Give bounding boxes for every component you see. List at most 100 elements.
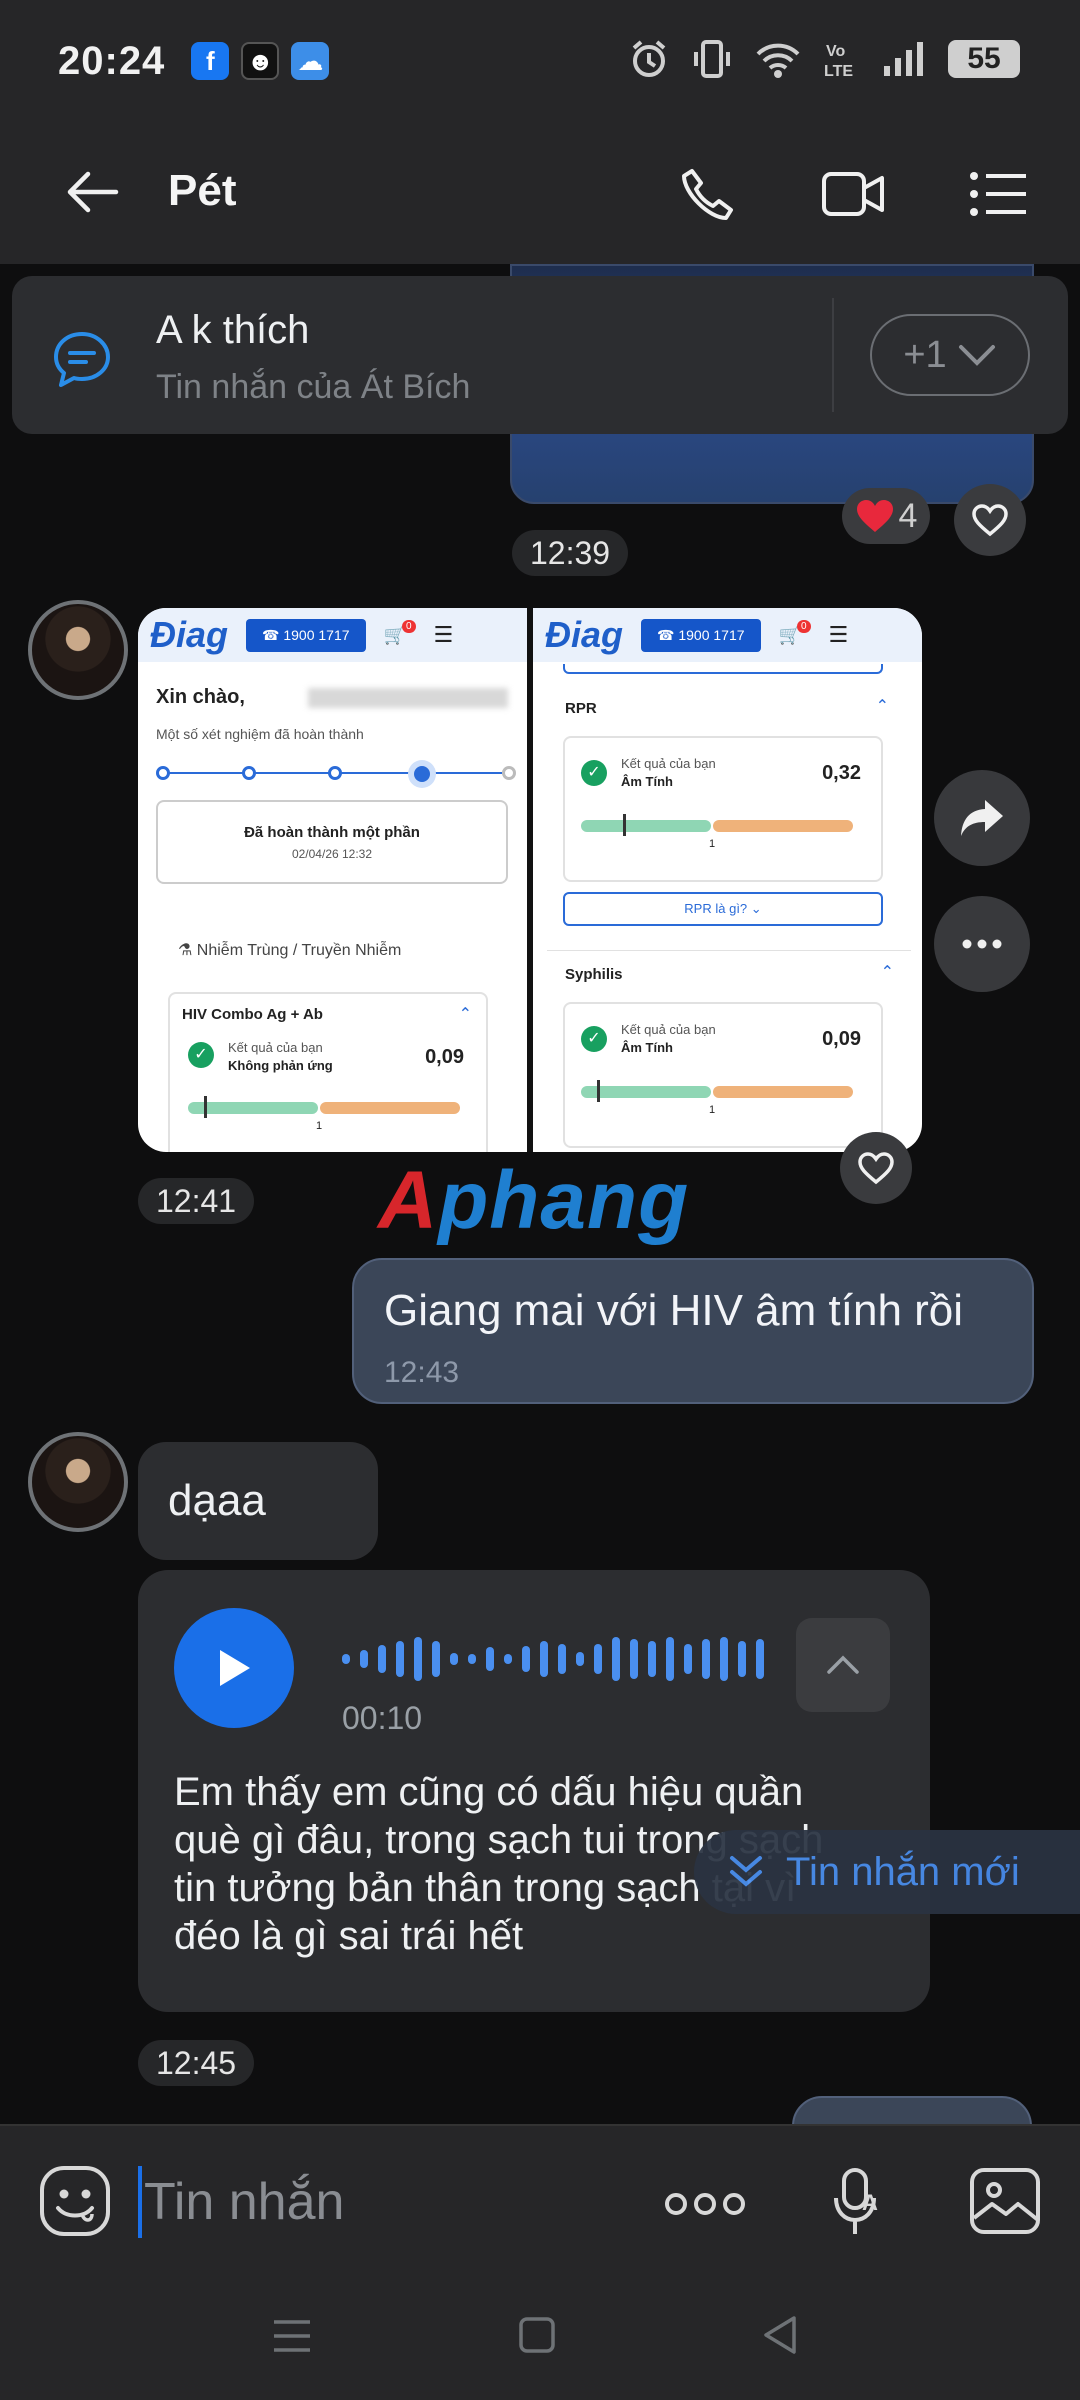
outgoing-message-partial[interactable]: [792, 2096, 1032, 2124]
message-input[interactable]: Tin nhắn: [144, 2172, 344, 2232]
double-chevron-down-icon: [730, 1856, 762, 1887]
image-header: Điag ☎ 1900 1717 🛒 0 ☰: [533, 608, 922, 662]
share-button[interactable]: [934, 770, 1030, 866]
normal-range-bar: [581, 1086, 711, 1098]
wifi-icon: [756, 43, 800, 78]
check-icon: ✓: [581, 1026, 607, 1052]
menu-list-icon[interactable]: [968, 166, 1028, 222]
pinned-message-bar[interactable]: A k thích Tin nhắn của Át Bích +1: [12, 276, 1068, 434]
hotline-button: ☎ 1900 1717: [246, 618, 366, 652]
result-text: Không phản ứng: [228, 1058, 333, 1073]
scale-mark: 1: [316, 1120, 323, 1132]
svg-text:A: A: [862, 2190, 878, 2215]
test1-value: 0,32: [822, 762, 861, 784]
hamburger-icon: ☰: [433, 622, 454, 647]
result-marker: [597, 1080, 600, 1102]
timestamp: 12:39: [512, 530, 629, 576]
signal-icon: [884, 42, 923, 76]
collapse-transcript-button[interactable]: [796, 1618, 890, 1712]
test1-result-label: Kết quả của bạn: [621, 756, 716, 771]
home-icon[interactable]: [518, 2316, 556, 2354]
timestamp: 12:41: [138, 1178, 255, 1224]
incoming-message[interactable]: dạaa: [138, 1442, 378, 1560]
abnormal-range-bar: [713, 820, 853, 832]
back-nav-icon[interactable]: [760, 2314, 800, 2356]
status-date: 02/04/26 12:32: [291, 847, 373, 861]
check-icon: ✓: [581, 760, 607, 786]
game-icon: ☻: [241, 42, 280, 80]
back-arrow-icon[interactable]: [64, 170, 120, 214]
play-button[interactable]: [174, 1608, 294, 1728]
emoji-sticker-icon[interactable]: [38, 2164, 112, 2238]
status-time: 20:24: [58, 38, 166, 83]
heart-outline-icon: [858, 1152, 894, 1185]
more-options-button[interactable]: [934, 896, 1030, 992]
reaction-summary[interactable]: 4: [842, 488, 930, 544]
normal-range-bar: [188, 1102, 318, 1114]
chevron-up-icon: ⌃: [880, 964, 894, 981]
gallery-image-icon[interactable]: [968, 2166, 1042, 2236]
pinned-more-button[interactable]: +1: [870, 314, 1030, 396]
react-heart-button[interactable]: [954, 484, 1026, 556]
test2-result-label: Kết quả của bạn: [621, 1022, 716, 1037]
test2-value: 0,09: [822, 1028, 861, 1050]
composer: Tin nhắn A: [0, 2124, 1080, 2274]
video-call-icon[interactable]: [820, 166, 886, 222]
voice-to-text-mic-icon[interactable]: A: [830, 2166, 886, 2240]
pinned-subtitle: Tin nhắn của Át Bích: [156, 368, 471, 406]
shared-image-left[interactable]: Điag ☎ 1900 1717 🛒 0 ☰ Xin chào, Một số …: [138, 608, 527, 1152]
abnormal-range-bar: [320, 1102, 460, 1114]
chat-header: Pét: [0, 122, 1080, 264]
message-text: Giang mai với HIV âm tính rồi: [384, 1286, 964, 1335]
divider: [547, 950, 911, 951]
watermark-part1: A: [378, 1155, 439, 1246]
message-list[interactable]: A k thích Tin nhắn của Át Bích +1 4 12:3…: [0, 264, 1080, 2124]
shared-image-group[interactable]: Điag ☎ 1900 1717 🛒 0 ☰ Xin chào, Một số …: [138, 608, 922, 1152]
diag-logo: Điag: [545, 614, 624, 655]
text-cursor: [138, 2166, 142, 2238]
abnormal-range-bar: [713, 1086, 853, 1098]
chevron-down-icon: [958, 345, 995, 366]
card-edge: [563, 664, 883, 674]
avatar[interactable]: [28, 600, 128, 700]
result-marker: [623, 814, 626, 836]
rpr-info-button: RPR là gì? ⌄: [563, 892, 883, 926]
more-dots-icon: [962, 939, 1002, 949]
hotline-number: 1900 1717: [283, 626, 350, 643]
outgoing-message[interactable]: Giang mai với HIV âm tính rồi 12:43: [352, 1258, 1034, 1404]
progress-steps: [156, 766, 516, 782]
cart-badge: 0: [401, 619, 416, 633]
react-heart-button[interactable]: [840, 1132, 912, 1204]
test-card: HIV Combo Ag + Ab ⌃ ✓ Kết quả của bạn Kh…: [168, 992, 488, 1152]
watermark-logo: Aphang: [378, 1154, 689, 1248]
check-icon: ✓: [188, 1042, 214, 1068]
volte-icon: Vo LTE: [824, 43, 853, 80]
divider: [832, 298, 834, 412]
svg-text:LTE: LTE: [824, 63, 853, 80]
chevron-up-icon: ⌃: [875, 698, 889, 715]
audio-waveform[interactable]: [342, 1624, 764, 1694]
result-value: 0,09: [425, 1046, 464, 1068]
message-text: dạaa: [168, 1476, 266, 1525]
scale-mark: 1: [709, 838, 716, 850]
more-dots-icon[interactable]: [664, 2190, 746, 2218]
avatar[interactable]: [28, 1432, 128, 1532]
system-icons: Vo LTE 55: [628, 38, 1020, 80]
test1-result-text: Âm Tính: [621, 774, 673, 789]
greeting: Xin chào,: [156, 686, 245, 708]
status-card: Đã hoàn thành một phần 02/04/26 12:32: [156, 800, 508, 884]
shared-image-right[interactable]: Điag ☎ 1900 1717 🛒 0 ☰ RPR ⌃ ✓ Kết quả c…: [533, 608, 922, 1152]
completed-intro: Một số xét nghiệm đã hoàn thành: [156, 726, 364, 742]
test2-card: ✓ Kết quả của bạn Âm Tính 0,09 1: [563, 1002, 883, 1148]
status-bar: 20:24 f ☻ ☁ Vo LTE 55: [0, 0, 1080, 122]
blurred-name: [308, 688, 508, 708]
chat-title[interactable]: Pét: [168, 166, 236, 216]
app-screen: 20:24 f ☻ ☁ Vo LTE 55 Pét A k thích Tin n…: [0, 0, 1080, 2400]
phone-call-icon[interactable]: [678, 166, 736, 224]
new-message-button[interactable]: Tin nhắn mới: [694, 1830, 1080, 1914]
watermark-part2: phang: [438, 1155, 690, 1246]
recent-apps-icon[interactable]: [272, 2318, 312, 2354]
hotline-button: ☎ 1900 1717: [641, 618, 761, 652]
red-heart-icon: [856, 500, 893, 532]
voice-message[interactable]: 00:10 Em thấy em cũng có dấu hiệu quần q…: [138, 1570, 930, 2012]
